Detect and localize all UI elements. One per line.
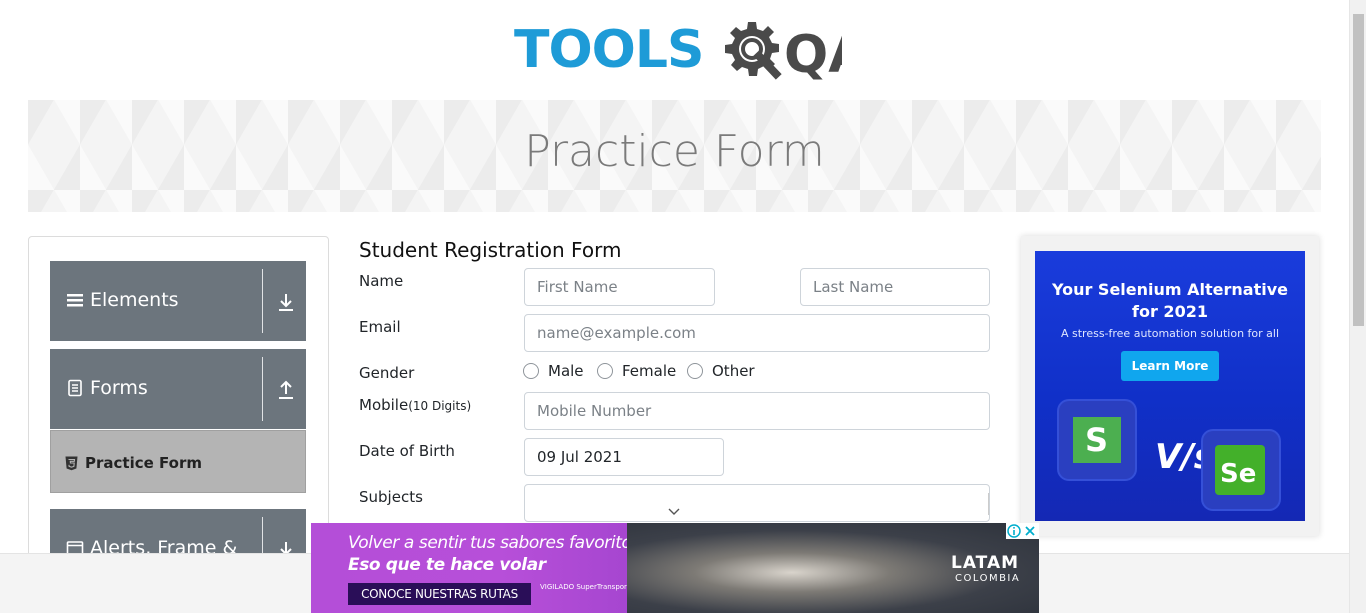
email-input[interactable] — [524, 314, 990, 352]
radio-circle[interactable] — [523, 363, 539, 379]
mobile-input[interactable] — [524, 392, 990, 430]
mobile-label: Mobile(10 Digits) — [359, 396, 471, 414]
gender-male-radio[interactable]: Male — [523, 362, 584, 380]
form-title: Student Registration Form — [359, 238, 622, 262]
sidebar-item-practice-form[interactable]: Practice Form — [50, 430, 306, 493]
chevron-down-icon[interactable] — [667, 507, 681, 517]
gender-option-label: Male — [548, 362, 584, 380]
hamburger-icon — [67, 294, 83, 307]
subjects-label: Subjects — [359, 488, 423, 506]
first-name-input[interactable] — [524, 268, 715, 306]
sidebar-group-label: Forms — [90, 377, 148, 399]
mobile-hint: (10 Digits) — [408, 399, 472, 413]
ad-headline-1: Volver a sentir tus sabores favoritos — [348, 533, 640, 553]
ad-headline-2: Eso que te hace volar — [348, 555, 546, 575]
gender-female-radio[interactable]: Female — [597, 362, 676, 380]
download-arrow-icon[interactable] — [276, 291, 296, 313]
gender-option-label: Female — [622, 362, 677, 380]
selenium-logo-icon: Se — [1215, 445, 1265, 495]
toolsqa-logo[interactable]: TOOLS QA — [514, 16, 842, 92]
gender-option-label: Other — [712, 362, 755, 380]
mobile-label-text: Mobile — [359, 396, 409, 414]
latam-brand: LATAM — [951, 553, 1020, 573]
sidebar-item-label: Practice Form — [85, 454, 202, 472]
divider — [262, 357, 263, 421]
subjects-input[interactable] — [524, 484, 990, 522]
upload-arrow-icon[interactable] — [276, 379, 296, 401]
ad-tile-right: Se — [1203, 431, 1279, 509]
logo-qa-text: QA — [784, 25, 842, 85]
ad-title-line1: Your Selenium Alternative — [1051, 280, 1289, 299]
learn-more-button[interactable]: Learn More — [1121, 351, 1219, 381]
divider — [988, 493, 989, 515]
gender-label: Gender — [359, 364, 415, 382]
ad-title-line2: for 2021 — [1132, 302, 1208, 321]
logo-tools-text: TOOLS — [514, 20, 704, 80]
dob-label: Date of Birth — [359, 442, 455, 460]
page-title: Practice Form — [524, 126, 825, 177]
ad-subtitle: A stress-free automation solution for al… — [1060, 327, 1280, 340]
conoce-rutas-button[interactable]: CONOCE NUESTRAS RUTAS — [348, 583, 531, 605]
radio-circle[interactable] — [597, 363, 613, 379]
scrollbar-thumb[interactable] — [1353, 14, 1364, 326]
sidebar-group-label: Elements — [90, 289, 179, 311]
se-logo-text: Se — [1220, 459, 1257, 489]
page-banner: Practice Form — [28, 100, 1321, 212]
sidebar-group-elements[interactable]: Elements — [50, 261, 306, 341]
sidebar-group-forms[interactable]: Forms — [50, 349, 306, 429]
sidebar: Elements Forms Practice Form Alerts, Fra… — [28, 236, 329, 566]
email-label: Email — [359, 318, 401, 336]
gear-magnifier-icon: QA — [725, 22, 842, 85]
name-label: Name — [359, 272, 404, 290]
vigilado-badge: VIGILADO SuperTransporte — [540, 583, 634, 591]
s-logo-text: S — [1085, 421, 1109, 459]
ad-controls — [1006, 523, 1039, 539]
divider — [262, 269, 263, 333]
ad-info-icon[interactable] — [1006, 523, 1022, 539]
last-name-input[interactable] — [800, 268, 990, 306]
latam-brand-sub: COLOMBIA — [955, 573, 1021, 584]
document-icon — [68, 379, 82, 397]
s-logo-icon: S — [1073, 417, 1121, 463]
date-of-birth-input[interactable] — [524, 438, 724, 476]
html5-icon — [65, 456, 78, 470]
radio-circle[interactable] — [687, 363, 703, 379]
vertical-scrollbar[interactable] — [1349, 0, 1366, 613]
ad-tile-left: S — [1059, 401, 1135, 479]
latam-ad[interactable]: Volver a sentir tus sabores favoritos Es… — [311, 523, 1039, 613]
ad-close-icon[interactable] — [1022, 523, 1038, 539]
gender-other-radio[interactable]: Other — [687, 362, 755, 380]
selenium-alternative-ad[interactable]: Your Selenium Alternative for 2021 A str… — [1035, 251, 1305, 521]
